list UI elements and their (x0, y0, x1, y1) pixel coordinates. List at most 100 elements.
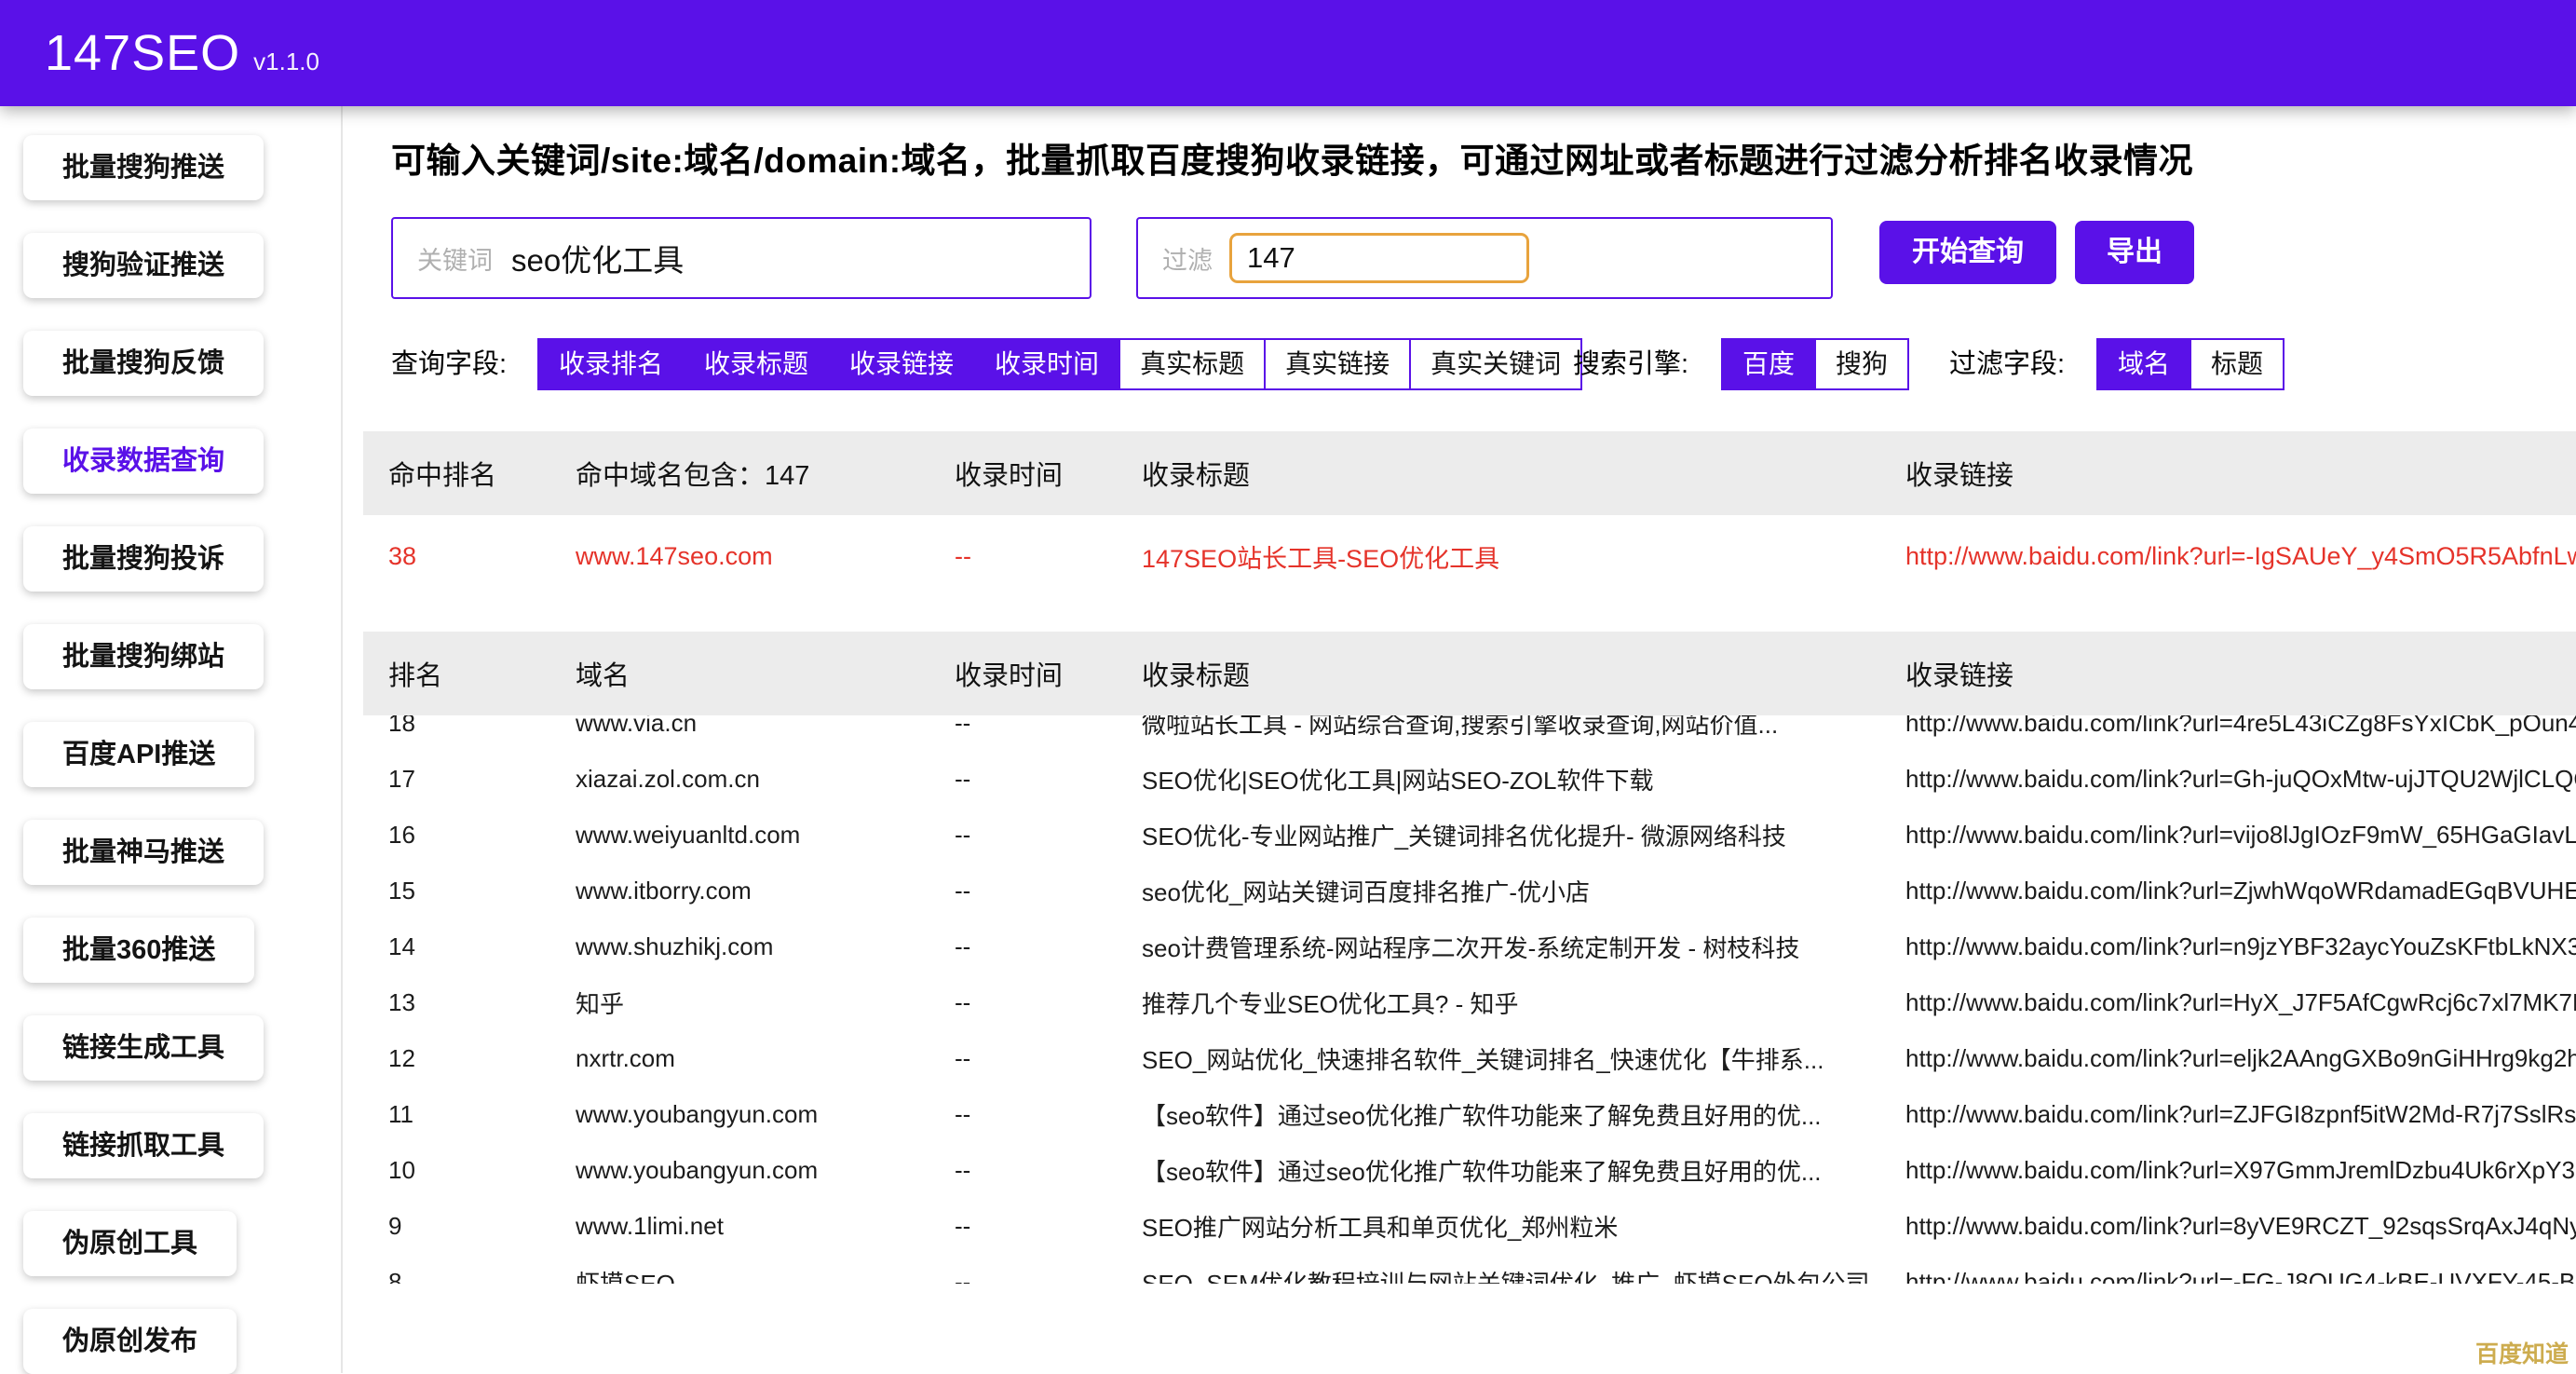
hit-table: 命中排名命中域名包含：147收录时间收录标题收录链接38www.147seo.c… (363, 431, 2576, 597)
table-cell: 推荐几个专业SEO优化工具? - 知乎 (1142, 986, 1905, 1020)
toggle-option[interactable]: 收录标题 (683, 340, 828, 388)
table-cell: www.shuzhikj.com (576, 932, 955, 961)
table-header-row: 排名域名收录时间收录标题收录链接 (363, 632, 2576, 715)
sidebar-item[interactable]: 批量搜狗推送 (23, 135, 264, 200)
table-cell: -- (955, 1156, 1142, 1185)
table-cell: 10 (363, 1156, 576, 1185)
result-table-body[interactable]: 18www.via.cn -- 微啦站长工具 - 网站综合查询,搜索引擎收录查询,网… (363, 715, 2576, 1284)
link-cell[interactable]: http://www.baidu.com/link?url=n9jzYBF32a… (1905, 932, 2576, 961)
table-cell: www.youbangyun.com (576, 1100, 955, 1129)
table-cell: www.youbangyun.com (576, 1156, 955, 1185)
column-header: 收录标题 (1142, 654, 1905, 693)
link-cell[interactable]: http://www.baidu.com/link?url=HyX_J7F5Af… (1905, 988, 2576, 1017)
table-row: 15www.itborry.com--seo优化_网站关键词百度排名推广-优小店… (363, 863, 2576, 918)
sidebar-item[interactable]: 批量搜狗投诉 (23, 526, 264, 592)
table-cell: -- (955, 821, 1142, 850)
page-title: 可输入关键词/site:域名/domain:域名，批量抓取百度搜狗收录链接，可通… (391, 132, 2193, 183)
column-header: 收录链接 (1905, 654, 2576, 693)
table-cell: www.1limi.net (576, 1212, 955, 1241)
toggle-option[interactable]: 搜狗 (1814, 340, 1907, 388)
link-cell[interactable]: http://www.baidu.com/link?url=8yVE9RCZT_… (1905, 1212, 2576, 1241)
toggle-option[interactable]: 标题 (2190, 340, 2283, 388)
table-cell: 38 (363, 542, 576, 571)
table-cell: 【seo软件】通过seo优化推广软件功能来了解免费且好用的优... (1142, 1097, 1905, 1132)
export-button[interactable]: 导出 (2075, 221, 2194, 284)
toggle-option[interactable]: 百度 (1723, 340, 1814, 388)
column-header: 命中排名 (363, 454, 576, 493)
toggle-option[interactable]: 收录链接 (828, 340, 973, 388)
sidebar-item[interactable]: 链接抓取工具 (23, 1113, 264, 1178)
sidebar-item[interactable]: 搜狗验证推送 (23, 233, 264, 298)
table-cell: 15 (363, 877, 576, 905)
table-cell: 147SEO站长工具-SEO优化工具 (1142, 538, 1905, 575)
table-row: 12nxrtr.com--SEO_网站优化_快速排名软件_关键词排名_快速优化【… (363, 1030, 2576, 1086)
link-cell[interactable]: http://www.baidu.com/link?url=-FG-J8QUG4… (1905, 1268, 2576, 1285)
sidebar-item[interactable]: 批量搜狗反馈 (23, 331, 264, 396)
table-cell: www.147seo.com (576, 542, 955, 571)
table-cell: www.via.cn (576, 715, 955, 738)
column-header: 收录时间 (955, 654, 1142, 693)
result-table-header: 排名域名收录时间收录标题收录链接 (363, 632, 2576, 715)
sidebar-item[interactable]: 伪原创工具 (23, 1211, 237, 1276)
link-cell[interactable]: http://www.baidu.com/link?url=ZjwhWqoWRd… (1905, 877, 2576, 905)
table-cell: -- (955, 1268, 1142, 1285)
table-cell: 18 (363, 715, 576, 738)
link-cell[interactable]: http://www.baidu.com/link?url=4re5L43iCZ… (1905, 715, 2576, 738)
table-cell: seo优化_网站关键词百度排名推广-优小店 (1142, 874, 1905, 908)
link-cell[interactable]: http://www.baidu.com/link?url=vijo8lJgIO… (1905, 821, 2576, 850)
app-version: v1.1.0 (253, 48, 319, 76)
table-cell: -- (955, 932, 1142, 961)
table-cell: -- (955, 542, 1142, 571)
table-cell: 8 (363, 1268, 576, 1285)
toggle-option[interactable]: 收录时间 (973, 340, 1119, 388)
link-cell[interactable]: http://www.baidu.com/link?url=X97GmmJrem… (1905, 1156, 2576, 1185)
sidebar-item[interactable]: 批量搜狗绑站 (23, 624, 264, 689)
table-cell: 知乎 (576, 986, 955, 1020)
sidebar-item[interactable]: 伪原创发布 (23, 1309, 237, 1374)
toggle-option[interactable]: 真实标题 (1119, 340, 1264, 388)
keyword-input[interactable] (511, 240, 1033, 276)
table-cell: -- (955, 1044, 1142, 1073)
table-cell: xiazai.zol.com.cn (576, 765, 955, 794)
table-header-row: 命中排名命中域名包含：147收录时间收录标题收录链接 (363, 431, 2576, 515)
table-cell: 虾摸SEO (576, 1265, 955, 1285)
filter-box: 过滤 (1136, 217, 1833, 299)
table-cell: 12 (363, 1044, 576, 1073)
sidebar-item[interactable]: 批量神马推送 (23, 820, 264, 885)
table-row: 13知乎--推荐几个专业SEO优化工具? - 知乎http://www.baid… (363, 974, 2576, 1030)
link-cell[interactable]: http://www.baidu.com/link?url=Gh-juQOxMt… (1905, 765, 2576, 794)
table-cell: 微啦站长工具 - 网站综合查询,搜索引擎收录查询,网站价值... (1142, 715, 1905, 741)
toggle-option[interactable]: 真实关键词 (1409, 340, 1580, 388)
search-engine-label: 搜索引擎: (1573, 338, 1688, 390)
table-cell: -- (955, 988, 1142, 1017)
table-cell: SEO_SEM优化教程培训与网站关键词优化_推广_虾摸SEO外包公司 (1142, 1265, 1905, 1285)
result-table-body-inner: 18www.via.cn -- 微啦站长工具 - 网站综合查询,搜索引擎收录查询,网… (363, 715, 2576, 1284)
table-row: 11www.youbangyun.com--【seo软件】通过seo优化推广软件… (363, 1086, 2576, 1142)
table-row: 14www.shuzhikj.com--seo计费管理系统-网站程序二次开发-系… (363, 918, 2576, 974)
table-cell: SEO推广网站分析工具和单页优化_郑州粒米 (1142, 1209, 1905, 1244)
sidebar-item[interactable]: 百度API推送 (23, 722, 254, 787)
table-cell: nxrtr.com (576, 1044, 955, 1073)
sidebar-item[interactable]: 链接生成工具 (23, 1015, 264, 1081)
toggle-option[interactable]: 收录排名 (539, 340, 683, 388)
filter-label: 过滤 (1162, 240, 1213, 277)
link-cell[interactable]: http://www.baidu.com/link?url=eljk2AAngG… (1905, 1044, 2576, 1073)
main-content: 可输入关键词/site:域名/domain:域名，批量抓取百度搜狗收录链接，可通… (343, 106, 2576, 1373)
toggle-option[interactable]: 域名 (2098, 340, 2190, 388)
sidebar-item[interactable]: 批量360推送 (23, 918, 254, 983)
table-cell: www.itborry.com (576, 877, 955, 905)
watermark-badge: 百度知道 (2475, 1336, 2569, 1369)
table-cell: 11 (363, 1100, 576, 1129)
table-row: 38www.147seo.com--147SEO站长工具-SEO优化工具http… (363, 515, 2576, 597)
link-cell[interactable]: http://www.baidu.com/link?url=ZJFGI8zpnf… (1905, 1100, 2576, 1129)
start-query-button[interactable]: 开始查询 (1879, 221, 2056, 284)
column-header: 域名 (576, 654, 955, 693)
toggle-option[interactable]: 真实链接 (1264, 340, 1409, 388)
table-cell: www.weiyuanltd.com (576, 821, 955, 850)
link-cell[interactable]: http://www.baidu.com/link?url=-IgSAUeY_y… (1905, 542, 2576, 571)
column-header: 命中域名包含：147 (576, 454, 955, 493)
sidebar-item[interactable]: 收录数据查询 (23, 429, 264, 494)
table-cell: 14 (363, 932, 576, 961)
table-cell: 9 (363, 1212, 576, 1241)
filter-input[interactable] (1229, 233, 1529, 283)
